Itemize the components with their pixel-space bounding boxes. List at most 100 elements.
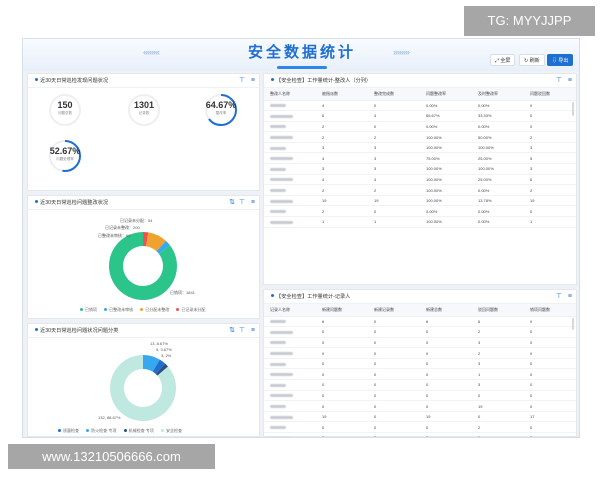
filter-icon[interactable]: ⊤ <box>556 290 562 304</box>
filter-icon[interactable]: ⊤ <box>239 74 245 88</box>
name-cell-blurred <box>264 432 316 437</box>
table-cell: 0 <box>368 205 420 218</box>
label-unassigned: 已记录未分配：54 <box>120 218 153 223</box>
scrollbar[interactable] <box>572 102 574 116</box>
table-cell: 4 <box>316 152 368 165</box>
table-cell: 66.67% <box>420 110 472 122</box>
filter-icon[interactable]: ⊤ <box>239 196 245 210</box>
table-cell: 100.00% <box>420 216 472 228</box>
table-row[interactable]: 6 4 66.67% 33.33% 0 <box>264 110 576 122</box>
column-header[interactable]: 问题驳回数 <box>524 88 576 101</box>
table-row[interactable]: 00020 <box>264 421 576 434</box>
table-row[interactable]: 2 2 100.00% 50.00% 2 <box>264 131 576 143</box>
name-cell-blurred <box>264 411 316 423</box>
table-cell: 13.78% <box>472 195 524 207</box>
table-row[interactable]: 00010 <box>264 432 576 437</box>
table-cell: 1 <box>472 368 524 381</box>
title-underline <box>277 66 327 69</box>
column-header[interactable]: 及时整改率 <box>472 88 524 101</box>
table-cell: 19 <box>316 195 368 207</box>
column-header[interactable]: 新建问题数 <box>316 304 368 317</box>
table-row[interactable]: 3 3 100.00% 100.00% 3 <box>264 163 576 175</box>
table-cell: 0 <box>524 337 576 349</box>
table-cell: 0 <box>316 421 368 434</box>
column-header[interactable]: 驳回问题数 <box>472 304 524 317</box>
column-header[interactable]: 整改人名称 <box>264 88 316 101</box>
table-cell: 0 <box>524 368 576 381</box>
refresh-button[interactable]: ↻ 刷新 <box>519 54 545 66</box>
watermark-top: TG: MYYJJPP <box>464 6 595 36</box>
table-cell: 0 <box>368 432 420 437</box>
table-cell: 0 <box>524 347 576 359</box>
table-cell: 3 <box>316 142 368 154</box>
export-button[interactable]: ⇩ 导出 <box>547 54 574 66</box>
panel-title: 近30天日常巡检问题整改状况 ⇅ ⊤ ≡ <box>28 196 259 210</box>
table-row[interactable]: 4 0 0.00% 0.00% 0 <box>264 100 576 112</box>
sort-icon[interactable]: ⇅ <box>229 196 235 210</box>
table-cell: 0 <box>524 400 576 412</box>
table-row[interactable]: 3 3 100.00% 100.00% 3 <box>264 142 576 154</box>
table-row[interactable]: 0 0 0 19 0 <box>264 400 576 412</box>
table-row[interactable]: 60660 <box>264 316 576 328</box>
panel-recorder-table: 【安全检查】工作量统计-记录人 ⊤ ≡ 记录人名称 新建问题数 新建记录数 新建总数驳… <box>263 289 577 437</box>
table-row[interactable]: 00030 <box>264 358 576 370</box>
scrollbar[interactable] <box>572 318 574 330</box>
table-cell: 19 <box>368 195 420 207</box>
table-cell: 0.00% <box>472 216 524 228</box>
table-cell: 2 <box>472 347 524 359</box>
column-header[interactable]: 被指派数 <box>316 88 368 101</box>
table-cell: 4 <box>368 174 420 186</box>
table-cell: 3 <box>368 152 420 165</box>
table-cell: 4 <box>368 110 420 122</box>
menu-icon[interactable]: ≡ <box>251 196 255 210</box>
table-row[interactable]: 4 3 75.00% 25.00% 5 <box>264 152 576 165</box>
menu-icon[interactable]: ≡ <box>568 290 572 304</box>
table-row[interactable]: 00020 <box>264 347 576 359</box>
table-cell: 0 <box>524 421 576 434</box>
table-row[interactable]: 00000 <box>264 390 576 402</box>
name-cell-blurred <box>264 390 316 402</box>
table-row[interactable]: 00030 <box>264 337 576 349</box>
label-quality: 13, 8.67% <box>150 341 169 346</box>
table-cell: 19 <box>472 400 524 412</box>
menu-icon[interactable]: ≡ <box>251 74 255 88</box>
table-cell: 100.00% <box>420 163 472 175</box>
table-row[interactable]: 4 4 100.00% 25.00% 6 <box>264 174 576 186</box>
table-cell: 3 <box>316 163 368 175</box>
table-row[interactable]: 00010 <box>264 368 576 381</box>
column-header[interactable]: 问题整改率 <box>420 88 472 101</box>
table-row[interactable]: 1 1 100.00% 0.00% 1 <box>264 216 576 228</box>
table-cell: 1 <box>368 216 420 228</box>
category-legend: 质量检查 防火检查·专项 机械检查·专项 安全检查 <box>52 428 182 434</box>
table-cell: 0 <box>420 368 472 381</box>
table-row[interactable]: 19 0 19 0 17 <box>264 411 576 423</box>
column-header[interactable]: 销项问题数 <box>524 304 576 317</box>
menu-icon[interactable]: ≡ <box>568 74 572 88</box>
table-cell: 0 <box>316 337 368 349</box>
table-row[interactable]: 2 2 100.00% 0.00% 2 <box>264 184 576 196</box>
fullscreen-button[interactable]: ⤢ 全屏 <box>490 54 516 66</box>
panel-title: 【安全检查】工作量统计-记录人 ⊤ ≡ <box>264 290 576 304</box>
table-row[interactable]: 19 19 100.00% 13.78% 19 <box>264 195 576 207</box>
table-row[interactable]: 00030 <box>264 379 576 391</box>
sort-icon[interactable]: ⇅ <box>229 324 235 338</box>
name-cell-blurred <box>264 163 316 175</box>
table-cell: 25.00% <box>472 152 524 165</box>
table-cell: 2 <box>316 184 368 196</box>
table-cell: 0 <box>420 358 472 370</box>
table-cell: 0 <box>524 316 576 328</box>
name-cell-blurred <box>264 174 316 186</box>
column-header[interactable]: 新建总数 <box>420 304 472 317</box>
table-cell: 2 <box>524 131 576 143</box>
table-row[interactable]: 2 0 0.00% 0.00% 0 <box>264 205 576 218</box>
table-row[interactable]: 00020 <box>264 326 576 338</box>
column-header[interactable]: 整改完成数 <box>368 88 420 101</box>
table-cell: 2 <box>472 326 524 338</box>
column-header[interactable]: 新建记录数 <box>368 304 420 317</box>
filter-icon[interactable]: ⊤ <box>556 74 562 88</box>
menu-icon[interactable]: ≡ <box>251 324 255 338</box>
table-row[interactable]: 2 0 0.00% 0.00% 0 <box>264 121 576 133</box>
name-cell-blurred <box>264 142 316 154</box>
filter-icon[interactable]: ⊤ <box>239 324 245 338</box>
column-header[interactable]: 记录人名称 <box>264 304 316 317</box>
